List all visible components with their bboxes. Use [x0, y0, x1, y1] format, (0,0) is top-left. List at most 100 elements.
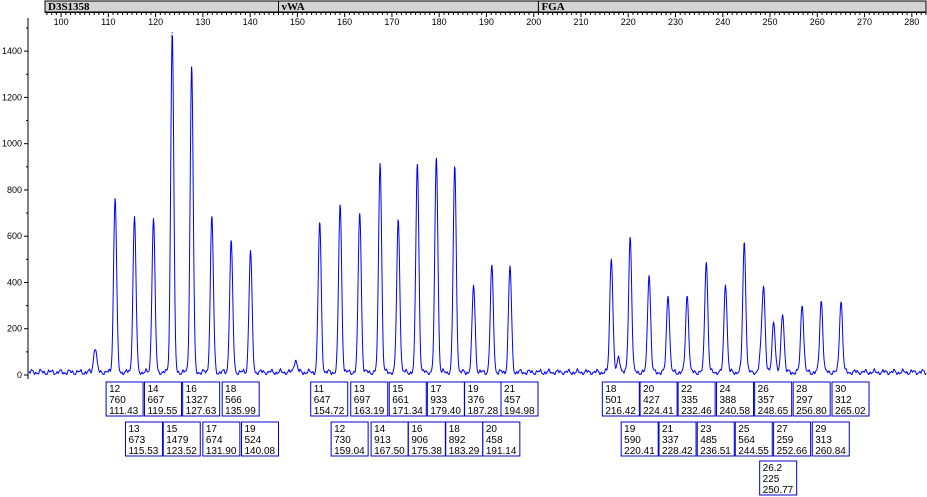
peak-height: 892 — [449, 435, 466, 446]
allele-label-box: 30312265.02 — [831, 381, 870, 417]
x-tick-label: 110 — [101, 17, 115, 27]
allele-label-box: 19524140.08 — [241, 421, 280, 457]
peak-mark — [840, 302, 842, 304]
x-tick-label: 170 — [384, 17, 399, 27]
peak-height: 673 — [128, 435, 145, 446]
peak-mark — [416, 164, 418, 167]
x-tick-label: 260 — [810, 17, 825, 27]
allele-name: 17 — [430, 384, 442, 395]
peak-mark — [686, 296, 688, 299]
peak-mark — [230, 243, 232, 245]
allele-label-box: 19590220.41 — [620, 421, 659, 457]
allele-name: 11 — [314, 384, 325, 395]
peak-height: 913 — [374, 435, 391, 446]
fragment-size: 220.41 — [624, 446, 655, 457]
fragment-size: 256.80 — [796, 406, 827, 417]
allele-label-box: 21457194.98 — [500, 381, 539, 417]
fragment-size: 167.50 — [374, 446, 405, 457]
allele-label-box: 13673115.53 — [124, 421, 163, 457]
fragment-size: 236.51 — [700, 446, 731, 457]
y-axis: 0 200 400 600 800 1000 1200 1400 — [2, 18, 29, 380]
allele-name: 21 — [504, 384, 516, 395]
x-tick-label: 190 — [479, 17, 494, 27]
fragment-size: 111.43 — [109, 406, 139, 417]
peak-height: 674 — [206, 435, 223, 446]
allele-name: 20 — [486, 424, 498, 435]
y-tick-label: 1400 — [2, 46, 22, 56]
peak-mark — [491, 268, 493, 270]
peak-mark — [724, 284, 727, 286]
allele-name: 16 — [186, 384, 198, 395]
allele-label-box: 20458191.14 — [482, 421, 521, 457]
allele-label-box: 24388240.58 — [716, 381, 755, 417]
fragment-size: 159.04 — [334, 446, 365, 457]
fragment-size: 191.14 — [486, 446, 517, 457]
fragment-size: 119.55 — [147, 406, 177, 417]
peak-height: 906 — [411, 435, 428, 446]
peak-height: 667 — [147, 395, 164, 406]
allele-label-box: 161327127.63 — [182, 381, 221, 417]
peak-mark — [133, 218, 136, 220]
peak-mark — [820, 301, 822, 304]
peak-height: 357 — [758, 395, 775, 406]
peak-mark — [509, 268, 511, 270]
x-tick-label: 150 — [290, 17, 305, 27]
fragment-size: 265.02 — [835, 406, 866, 417]
peak-height: 337 — [662, 435, 679, 446]
allele-name: 20 — [643, 384, 655, 395]
x-tick-label: 130 — [195, 17, 210, 27]
marker-header: D3S1358 vWA FGA — [44, 0, 927, 13]
peak-mark — [773, 322, 775, 324]
y-tick-label: 600 — [7, 231, 22, 241]
peak-mark — [249, 253, 252, 255]
peak-height: 933 — [430, 395, 447, 406]
allele-label-box: 26.2225250.77 — [759, 460, 798, 496]
peak-mark — [705, 262, 707, 264]
allele-name: 28 — [796, 384, 808, 395]
allele-label-box: 12760111.43 — [105, 381, 144, 417]
peak-mark — [782, 314, 784, 316]
fragment-size: 252.66 — [777, 446, 808, 457]
peak-height: 335 — [681, 395, 698, 406]
peak-height: 225 — [763, 474, 780, 485]
allele-label-box: 17674131.90 — [202, 421, 241, 457]
x-axis: 100 110 120 130 140 150 160 170 180 190 200 210 220 2… — [46, 12, 927, 27]
peak-mark — [171, 32, 173, 34]
x-tick-label: 180 — [432, 17, 447, 27]
allele-name: 14 — [374, 424, 386, 435]
allele-label-box: 15661171.34 — [388, 381, 427, 417]
fragment-size: 123.52 — [166, 446, 197, 457]
peak-mark — [454, 168, 456, 170]
peak-height: 590 — [624, 435, 641, 446]
fragment-size: 250.77 — [763, 485, 794, 496]
allele-name: 18 — [449, 424, 461, 435]
allele-label-box: 19376187.28 — [464, 381, 503, 417]
allele-name: 17 — [206, 424, 218, 435]
peak-mark — [435, 158, 437, 160]
allele-name: 27 — [777, 424, 789, 435]
allele-label-box: 28297256.80 — [792, 381, 831, 417]
peak-height: 458 — [486, 435, 503, 446]
peak-mark — [339, 205, 341, 207]
peak-mark — [319, 224, 321, 226]
allele-label-box: 18892183.29 — [445, 421, 484, 457]
fragment-size: 179.40 — [430, 406, 461, 417]
allele-label-box: 29313260.84 — [811, 421, 850, 457]
peak-height: 524 — [245, 435, 262, 446]
x-tick-label: 210 — [573, 17, 588, 27]
y-tick-label: 0 — [17, 370, 22, 380]
x-tick-label: 160 — [337, 17, 352, 27]
x-tick-label: 270 — [857, 17, 872, 27]
allele-name: 12 — [109, 384, 121, 395]
peak-height: 501 — [605, 395, 622, 406]
allele-label-box: 18501216.42 — [601, 381, 640, 417]
peak-mark — [211, 218, 213, 220]
allele-name: 13 — [354, 384, 366, 395]
peak-height: 297 — [796, 395, 813, 406]
x-tick-label: 220 — [621, 17, 636, 27]
trace-area — [28, 32, 927, 376]
allele-name: 25 — [738, 424, 750, 435]
fragment-size: 244.55 — [738, 446, 769, 457]
allele-name: 19 — [468, 384, 480, 395]
marker-bar — [277, 0, 539, 13]
